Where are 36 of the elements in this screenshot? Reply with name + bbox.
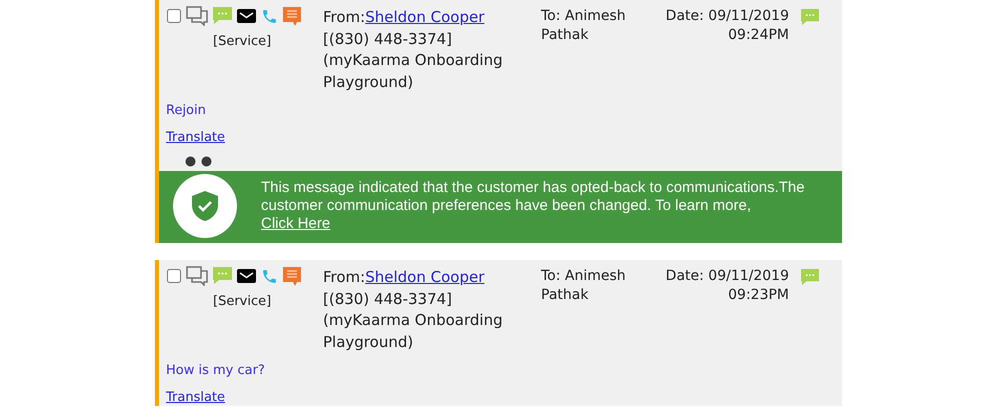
message-text: Rejoin [166,103,206,118]
conversation-icon[interactable] [186,6,208,26]
select-checkbox[interactable] [167,269,181,283]
mail-icon[interactable] [237,9,256,23]
time-text: 09:23PM [727,286,789,305]
sender-link[interactable]: Sheldon Cooper [365,268,484,286]
translate-link[interactable]: Translate [166,130,226,145]
note-icon[interactable] [283,266,301,286]
sender-phone: [(830) 448-3374] [323,288,454,310]
sender-link[interactable]: Sheldon Cooper [365,8,484,26]
notice-text: This message indicated that the customer has opted-back to communications.The customer communication preferences have been changed. To learn more, Click Here [261,179,806,233]
department-label: [Service] [213,294,272,309]
conversation-icon[interactable] [186,266,208,286]
sender-organization: (myKaarma Onboarding Playground) [323,50,504,92]
chat-bubble-icon[interactable] [801,9,819,26]
chat-bubble-icon[interactable] [801,269,819,286]
chat-bubble-icon[interactable] [213,267,232,285]
sender-phone: [(830) 448-3374] [323,28,454,50]
sender-organization: (myKaarma Onboarding Playground) [323,310,504,352]
recipient-text: To: Animesh Pathak [541,7,627,45]
phone-icon[interactable] [261,8,278,24]
chat-bubble-icon[interactable] [213,7,232,25]
department-label: [Service] [213,34,272,49]
select-checkbox[interactable] [167,9,181,23]
from-label: From: [323,268,366,286]
from-label: From: [323,8,366,26]
time-text: 09:24PM [727,26,789,45]
date-text: Date: 09/11/2019 [664,267,789,286]
mail-icon[interactable] [237,269,256,283]
click-here-link[interactable]: Click Here [261,215,330,232]
translate-link[interactable]: Translate [166,390,226,405]
message-text: How is my car? [166,363,265,378]
phone-icon[interactable] [261,268,278,284]
note-icon[interactable] [283,6,301,26]
date-text: Date: 09/11/2019 [664,7,789,26]
recipient-text: To: Animesh Pathak [541,267,627,305]
